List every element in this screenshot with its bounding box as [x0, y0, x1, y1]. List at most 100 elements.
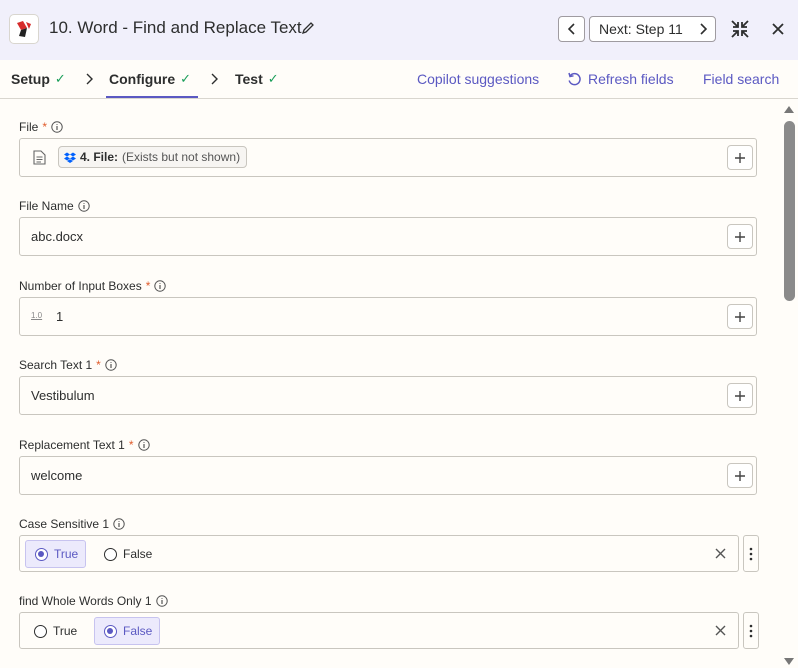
file-label: File [19, 120, 39, 134]
field-search-link[interactable]: Field search [703, 71, 779, 87]
radio-button[interactable] [104, 547, 117, 561]
file-input[interactable]: 4. File: (Exists but not shown) [19, 138, 757, 177]
required-asterisk: * [96, 358, 101, 372]
replacement-text-label: Replacement Text 1 [19, 438, 125, 452]
case-sensitive-false-option[interactable]: False [95, 540, 159, 568]
info-icon[interactable] [154, 280, 167, 292]
info-icon[interactable] [155, 595, 168, 607]
document-icon [33, 150, 46, 165]
refresh-fields-label: Refresh fields [588, 71, 674, 87]
tab-test-label: Test [235, 71, 263, 87]
whole-words-label: find Whole Words Only 1 [19, 594, 152, 608]
refresh-fields-button[interactable]: Refresh fields [567, 71, 674, 87]
plus-icon [735, 152, 745, 163]
info-icon[interactable] [137, 439, 150, 451]
previous-step-button[interactable] [558, 16, 585, 42]
more-options-button[interactable] [743, 535, 759, 572]
file-mapped-value-pill[interactable]: 4. File: (Exists but not shown) [58, 146, 248, 168]
scroll-up-arrow-icon[interactable] [784, 105, 794, 113]
chevron-right-icon [211, 73, 218, 85]
number-type-icon: 1.0 [31, 311, 43, 320]
search-text-value: Vestibulum [31, 388, 95, 403]
case-sensitive-field: Case Sensitive 1 True False [19, 517, 759, 572]
file-name-value: abc.docx [31, 229, 84, 244]
clear-icon[interactable] [715, 548, 726, 559]
search-text-field: Search Text 1 * Vestibulum [19, 358, 757, 415]
check-icon: ✓ [267, 71, 279, 86]
more-vertical-icon [749, 547, 753, 560]
radio-button[interactable] [35, 547, 48, 561]
more-options-button[interactable] [743, 612, 759, 649]
next-step-button[interactable]: Next: Step 11 [589, 16, 716, 42]
tab-configure[interactable]: Configure ✓ [109, 71, 191, 87]
refresh-icon [568, 72, 581, 85]
whole-words-field: find Whole Words Only 1 True False [19, 594, 759, 649]
check-icon: ✓ [180, 71, 192, 86]
required-asterisk: * [128, 438, 134, 452]
info-icon[interactable] [113, 518, 125, 530]
clear-icon[interactable] [715, 625, 726, 636]
tab-test[interactable]: Test ✓ [235, 71, 279, 87]
replacement-text-field: Replacement Text 1 * welcome [19, 438, 757, 495]
chevron-left-icon [567, 23, 575, 35]
plus-icon [735, 311, 745, 322]
radio-label: False [123, 624, 153, 638]
page-title: 10. Word - Find and Replace Text [49, 18, 302, 37]
dropbox-icon [64, 152, 76, 163]
info-icon[interactable] [105, 359, 117, 371]
plus-icon [735, 231, 745, 242]
tab-setup[interactable]: Setup ✓ [11, 71, 66, 87]
search-text-input[interactable]: Vestibulum [19, 376, 757, 415]
active-tab-indicator [106, 96, 198, 98]
scroll-down-arrow-icon[interactable] [784, 658, 794, 666]
replacement-text-input[interactable]: welcome [19, 456, 757, 495]
plus-icon [735, 390, 745, 401]
collapse-icon[interactable] [729, 18, 751, 40]
close-icon[interactable] [771, 22, 785, 36]
field-search-label: Field search [703, 71, 780, 87]
word-app-icon [17, 21, 31, 37]
number-of-input-boxes-input[interactable]: 1.0 1 [19, 297, 757, 336]
tab-setup-label: Setup [11, 71, 50, 87]
check-icon: ✓ [54, 71, 66, 86]
insert-data-button[interactable] [727, 463, 753, 488]
header-bar: 10. Word - Find and Replace Text Next: S… [0, 0, 798, 60]
insert-data-button[interactable] [727, 224, 753, 249]
file-field: File * 4. File: (Exists but not shown) [19, 120, 757, 177]
file-name-input[interactable]: abc.docx [19, 217, 757, 256]
file-pill-text: (Exists but not shown) [122, 150, 241, 164]
file-name-field: File Name abc.docx [19, 199, 757, 256]
case-sensitive-label: Case Sensitive 1 [19, 517, 110, 531]
tab-configure-label: Configure [109, 71, 176, 87]
search-text-label: Search Text 1 [19, 358, 93, 372]
radio-button[interactable] [34, 624, 47, 638]
case-sensitive-true-option[interactable]: True [25, 540, 87, 568]
file-name-label: File Name [19, 199, 74, 213]
app-logo [9, 14, 39, 44]
info-icon[interactable] [51, 121, 63, 133]
copilot-suggestions-link[interactable]: Copilot suggestions [417, 71, 539, 87]
insert-data-button[interactable] [727, 145, 753, 170]
insert-data-button[interactable] [727, 304, 753, 329]
required-asterisk: * [145, 279, 151, 293]
insert-data-button[interactable] [727, 383, 753, 408]
replacement-text-value: welcome [31, 468, 83, 483]
number-of-input-boxes-label-row: Number of Input Boxes * [19, 279, 757, 293]
radio-label: True [53, 624, 78, 638]
copilot-suggestions-label: Copilot suggestions [417, 71, 540, 87]
number-of-input-boxes-value: 1 [56, 309, 64, 324]
scrollbar-thumb[interactable] [784, 121, 795, 301]
pencil-icon[interactable] [301, 21, 315, 35]
info-icon[interactable] [77, 200, 90, 212]
radio-label: False [123, 547, 153, 561]
required-asterisk: * [42, 120, 48, 134]
file-label-row: File * [19, 120, 757, 134]
whole-words-false-option[interactable]: False [94, 617, 161, 645]
chevron-right-icon [86, 73, 93, 85]
more-vertical-icon [749, 624, 753, 637]
plus-icon [735, 470, 745, 481]
whole-words-true-option[interactable]: True [25, 617, 84, 645]
radio-label: True [54, 547, 79, 561]
radio-button[interactable] [104, 624, 117, 638]
file-name-label-row: File Name [19, 199, 757, 213]
